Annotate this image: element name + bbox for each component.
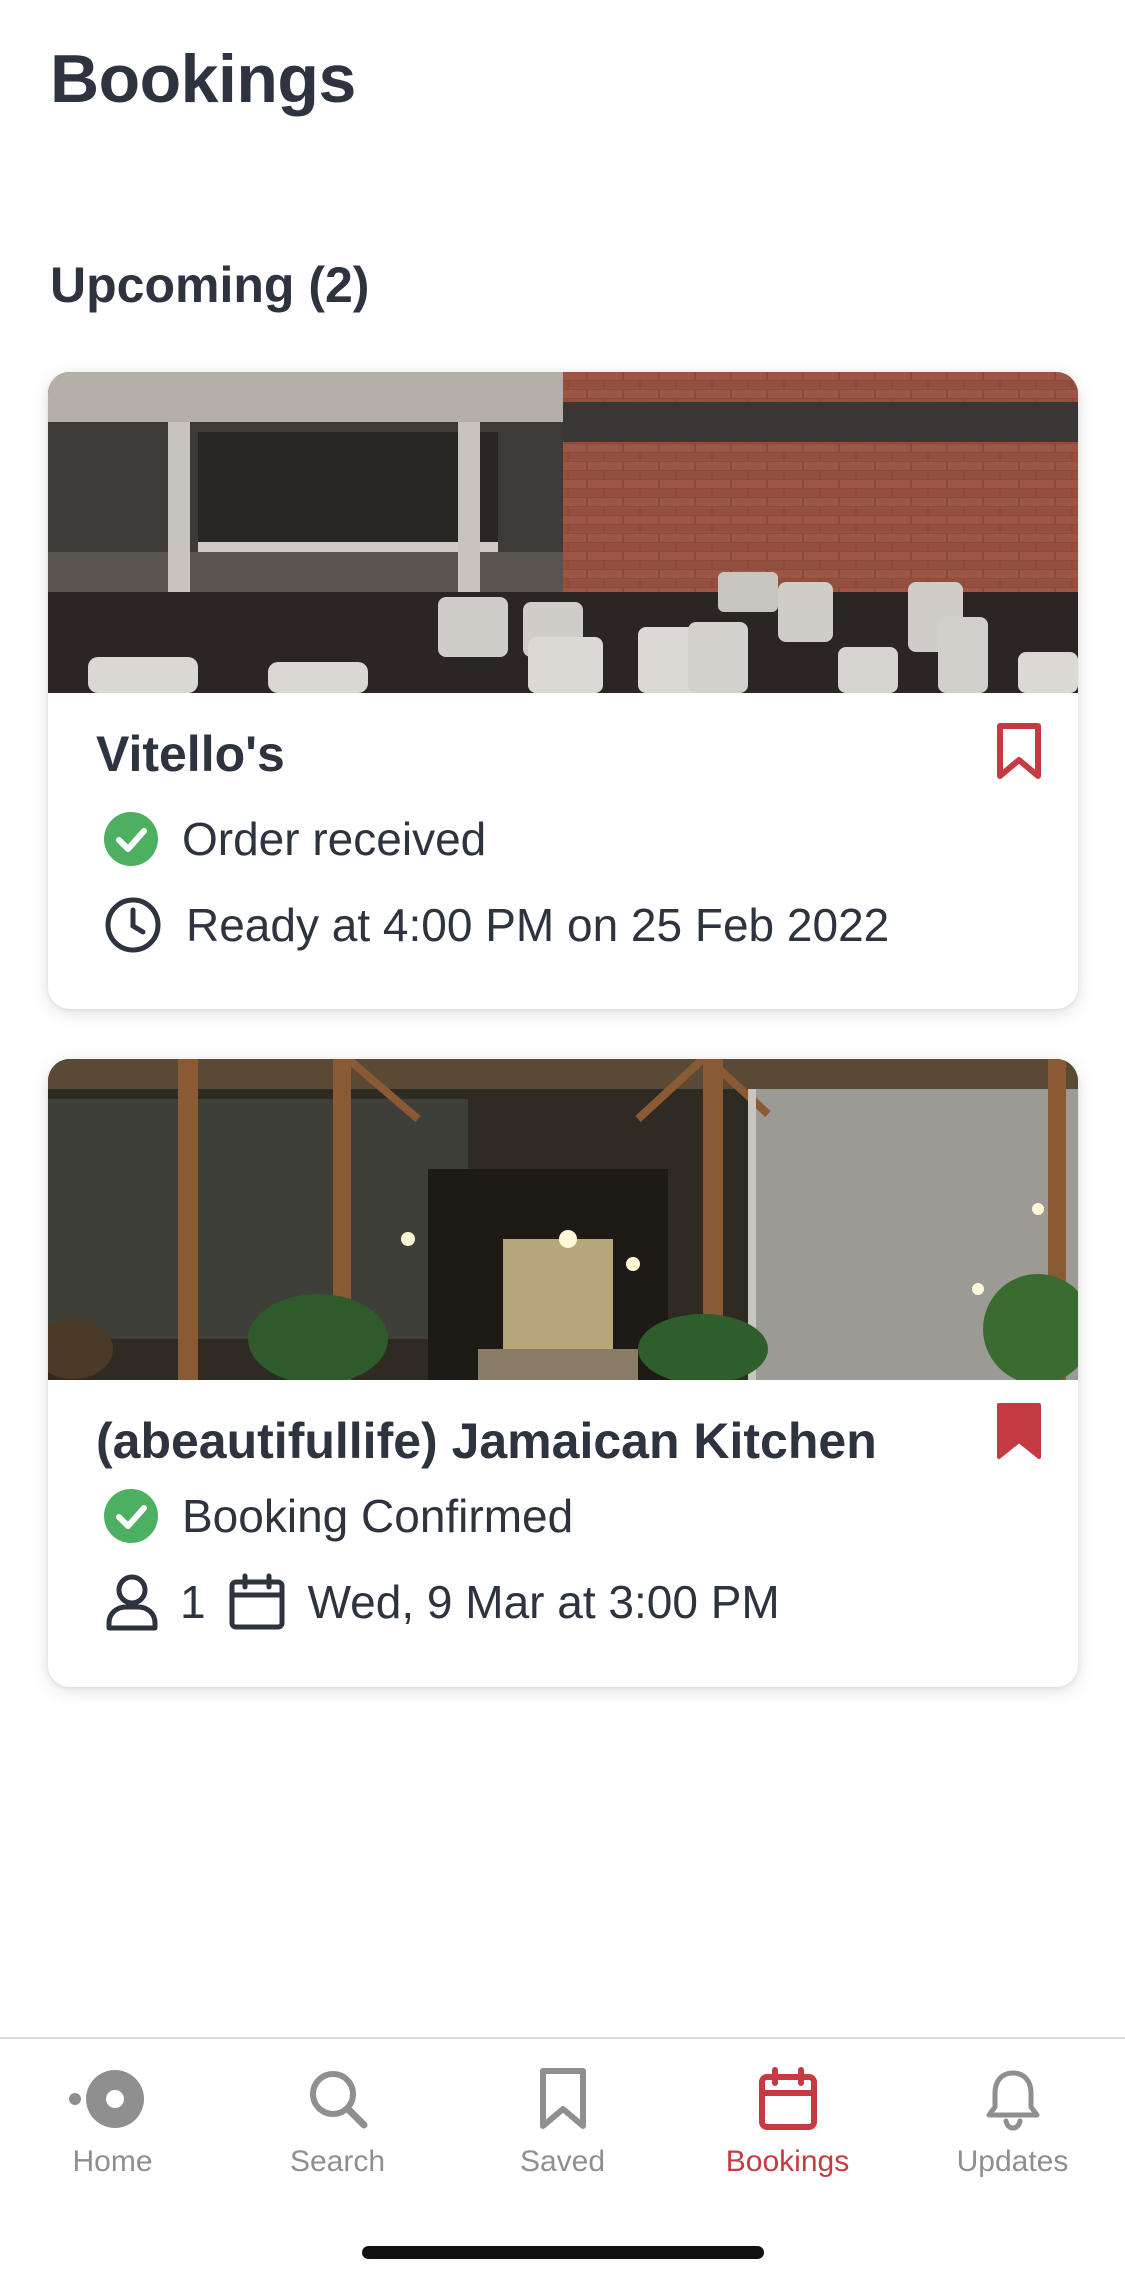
check-circle-icon (104, 812, 158, 866)
check-circle-icon (104, 1489, 158, 1543)
booking-status: Order received (182, 813, 487, 865)
tab-bookings[interactable]: Bookings (675, 2039, 900, 2239)
tab-label: Search (289, 2145, 386, 2178)
tab-search[interactable]: Search (225, 2039, 450, 2239)
bell-icon (986, 2070, 1039, 2131)
booking-card[interactable]: (abeautifullife) Jamaican Kitchen Bookin… (48, 1059, 1078, 1687)
bookmark-icon (539, 2068, 586, 2129)
calendar-icon (229, 1573, 285, 1630)
tab-updates[interactable]: Updates (900, 2039, 1125, 2239)
booking-status-row: Booking Confirmed (104, 1489, 573, 1543)
home-indicator (362, 2246, 764, 2259)
party-size: 1 (180, 1576, 206, 1628)
person-icon (106, 1574, 158, 1631)
restaurant-name[interactable]: (abeautifullife) Jamaican Kitchen (96, 1412, 877, 1470)
booking-detail-row: 1 Wed, 9 Mar at 3:00 PM (104, 1573, 780, 1631)
tab-label: Bookings (725, 2145, 850, 2178)
tab-label: Home (72, 2145, 153, 2178)
booking-date: Wed, 9 Mar at 3:00 PM (307, 1576, 780, 1628)
clock-icon (105, 897, 161, 953)
bookmark-outline-icon[interactable] (996, 722, 1042, 780)
calendar-icon (758, 2067, 817, 2130)
tab-saved[interactable]: Saved (450, 2039, 675, 2239)
tab-home[interactable]: Home (0, 2039, 225, 2239)
booking-card[interactable]: Vitello's Order received Ready at 4:00 P… (48, 372, 1078, 1009)
tab-label: Saved (519, 2145, 606, 2178)
restaurant-photo (48, 1059, 1078, 1380)
tab-label: Updates (956, 2145, 1069, 2178)
booking-status: Booking Confirmed (182, 1490, 574, 1542)
booking-status-row: Order received (104, 812, 486, 866)
restaurant-photo (48, 372, 1078, 693)
home-icon (68, 2070, 144, 2128)
booking-detail-row: Ready at 4:00 PM on 25 Feb 2022 (104, 896, 889, 954)
section-title-upcoming: Upcoming (2) (50, 257, 370, 313)
restaurant-name[interactable]: Vitello's (96, 725, 285, 783)
search-icon (309, 2071, 367, 2129)
pickup-time: Ready at 4:00 PM on 25 Feb 2022 (186, 899, 890, 951)
bookmark-filled-icon[interactable] (996, 1402, 1042, 1460)
page-title: Bookings (50, 41, 356, 117)
